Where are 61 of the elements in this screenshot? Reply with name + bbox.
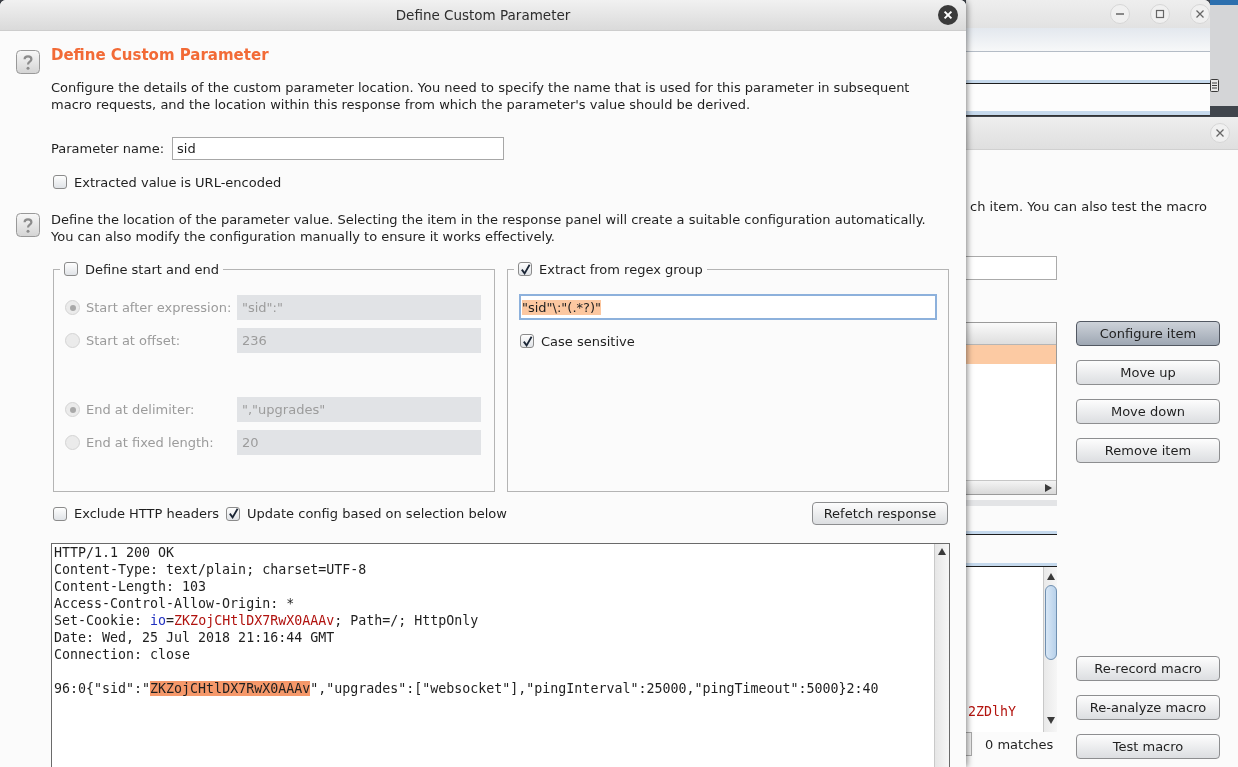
close-icon[interactable]	[1190, 4, 1210, 24]
match-count: 0 matches	[985, 736, 1054, 752]
response-pane[interactable]	[51, 543, 950, 767]
response-line: 2ZDlhY	[968, 703, 1018, 721]
vertical-scrollbar[interactable]	[934, 544, 949, 767]
refetch-button[interactable]: Refetch response	[812, 502, 948, 525]
re-record-macro-button[interactable]: Re-record macro	[1076, 656, 1220, 681]
re-analyze-macro-button[interactable]: Re-analyze macro	[1076, 695, 1220, 720]
checkbox-label[interactable]: Extracted value is URL-encoded	[74, 174, 282, 190]
response-pane[interactable]: 2ZDlhY	[966, 567, 1057, 732]
radio-button[interactable]	[65, 435, 80, 450]
dialog-title: Define Custom Parameter	[395, 7, 571, 23]
checkbox-label[interactable]: Case sensitive	[541, 333, 635, 349]
response-line: 96:0{"sid":"ZKZojCHtlDX7RwX0AAAv","upgrades":["websocket"],"pingInterval":25000,"pingTimeout":5000}2:40	[54, 680, 880, 697]
triangle-right-icon[interactable]	[1045, 483, 1052, 492]
regex-field[interactable]: "sid"\:"(.*?)"	[519, 294, 937, 320]
radio-button[interactable]	[65, 402, 80, 417]
triangle-up-icon[interactable]	[1046, 573, 1055, 580]
response-line: Set-Cookie: io=ZKZojCHtlDX7RwX0AAAv; Path=/; HttpOnly	[54, 612, 480, 629]
maximize-icon[interactable]	[1150, 4, 1170, 24]
checkbox[interactable]	[64, 262, 78, 276]
checkbox-label[interactable]: Exclude HTTP headers	[74, 506, 220, 521]
response-line: Access-Control-Allow-Origin: *	[54, 595, 296, 612]
checkbox[interactable]	[518, 262, 532, 276]
section-heading: Define Custom Parameter	[51, 45, 269, 65]
move-down-button[interactable]: Move down	[1076, 399, 1220, 424]
instruction-text: ch item. You can also test the macro	[970, 199, 1208, 215]
description-text: Define the location of the parameter value. Selecting the item in the response panel will create a suitable configuration automatically. You can also modify the configuration manually to ensure it works effectively.	[51, 211, 927, 245]
text-field[interactable]	[966, 256, 1057, 280]
checkbox-label[interactable]: Update config based on selection below	[247, 506, 507, 521]
radio-button[interactable]	[65, 333, 80, 348]
response-line: Content-Length: 103	[54, 578, 208, 595]
help-icon[interactable]	[16, 50, 40, 74]
horizontal-scrollbar[interactable]	[966, 480, 1056, 494]
checkbox[interactable]	[520, 334, 534, 348]
response-line: Date: Wed, 25 Jul 2018 21:16:44 GMT	[54, 629, 336, 646]
scrollbar-thumb[interactable]	[1044, 585, 1057, 660]
response-line: HTTP/1.1 200 OK	[54, 544, 176, 561]
description-text: Configure the details of the custom parameter location. You need to specify the name that is used for this parameter in subsequent macro requests, and the location within this response from which the parameter's value should be derived.	[51, 80, 911, 113]
search-field[interactable]	[966, 732, 972, 756]
checkbox-label[interactable]: Define start and end	[85, 261, 220, 277]
response-line: Content-Type: text/plain; charset=UTF-8	[54, 561, 368, 578]
close-icon[interactable]	[1210, 123, 1230, 143]
radio-button[interactable]	[65, 300, 80, 315]
triangle-down-icon[interactable]	[1046, 717, 1055, 724]
triangle-up-icon[interactable]	[938, 548, 946, 555]
move-up-button[interactable]: Move up	[1076, 360, 1220, 385]
response-line: Connection: close	[54, 646, 192, 663]
checkbox[interactable]	[226, 506, 241, 521]
minimize-icon[interactable]	[1110, 4, 1130, 24]
vertical-scrollbar[interactable]	[1043, 567, 1057, 732]
test-macro-button[interactable]: Test macro	[1076, 734, 1220, 759]
configure-item-button[interactable]: Configure item	[1076, 321, 1220, 346]
close-icon[interactable]	[938, 5, 958, 25]
field-label: Parameter name:	[51, 141, 164, 156]
text-field[interactable]: sid	[172, 137, 504, 160]
remove-item-button[interactable]: Remove item	[1076, 438, 1220, 463]
checkbox[interactable]	[53, 175, 67, 189]
help-icon[interactable]	[16, 213, 40, 237]
checkbox-label[interactable]: Extract from regex group	[539, 261, 703, 277]
checkbox[interactable]	[53, 506, 67, 521]
